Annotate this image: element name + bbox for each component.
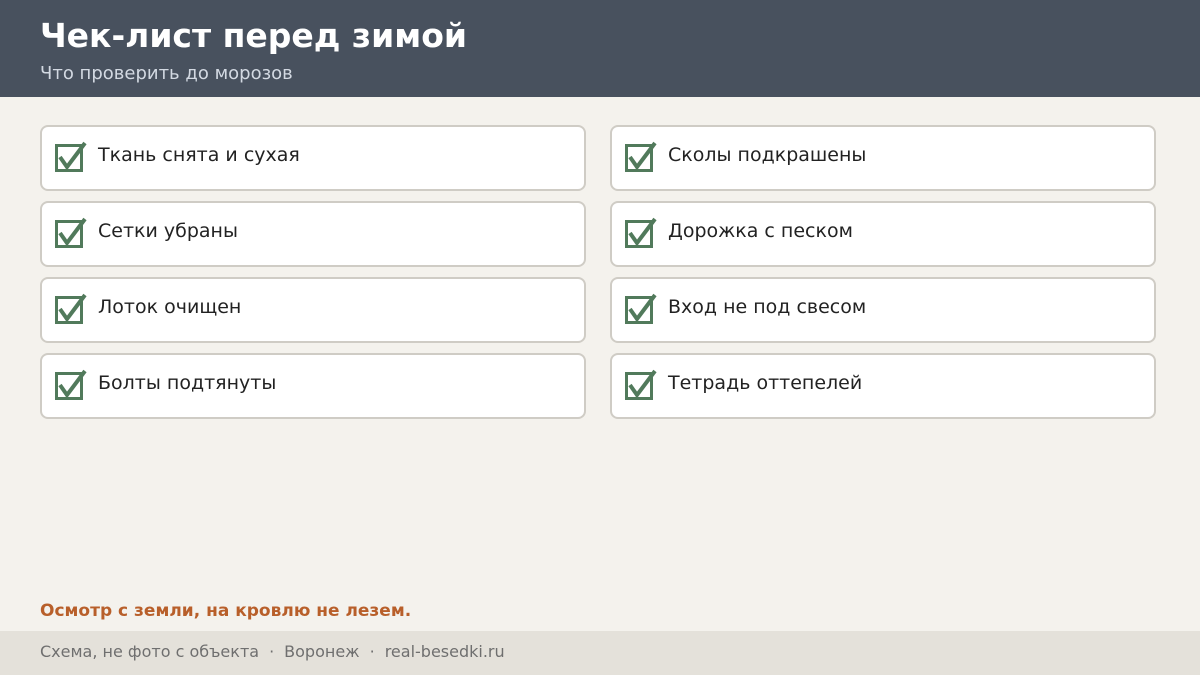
checklist-item-fabric[interactable]: Ткань снята и сухая — [40, 125, 586, 191]
checkbox-checked-icon[interactable] — [55, 141, 87, 172]
checkmark-icon — [58, 293, 87, 323]
checklist-item-label: Ткань снята и сухая — [98, 144, 300, 166]
checkbox-checked-icon[interactable] — [55, 369, 87, 400]
checklist-item-entrance[interactable]: Вход не под свесом — [610, 277, 1156, 343]
checkmark-icon — [628, 217, 657, 247]
checkbox-checked-icon[interactable] — [625, 369, 657, 400]
checklist-item-path[interactable]: Дорожка с песком — [610, 201, 1156, 267]
page-title: Чек-лист перед зимой — [40, 16, 468, 55]
footer-city: Воронеж — [284, 642, 360, 661]
checkbox-checked-icon[interactable] — [625, 141, 657, 172]
page-subtitle: Что проверить до морозов — [40, 63, 293, 84]
checklist-item-label: Сколы подкрашены — [668, 144, 867, 166]
header-bar: Чек-лист перед зимой Что проверить до мо… — [0, 0, 1200, 97]
warning-note: Осмотр с земли, на кровлю не лезем. — [40, 601, 412, 621]
checklist-grid: Ткань снята и сухая Сколы подкрашены Сет… — [40, 125, 1156, 419]
checklist-item-notebook[interactable]: Тетрадь оттепелей — [610, 353, 1156, 419]
checklist-item-label: Вход не под свесом — [668, 296, 867, 318]
checklist-item-bolts[interactable]: Болты подтянуты — [40, 353, 586, 419]
checkmark-icon — [58, 217, 87, 247]
checkmark-icon — [628, 369, 657, 399]
checkbox-checked-icon[interactable] — [55, 217, 87, 248]
checklist-item-label: Дорожка с песком — [668, 220, 853, 242]
footer-separator: · — [369, 642, 375, 661]
footer-site-link[interactable]: real-besedki.ru — [385, 642, 505, 661]
checkbox-checked-icon[interactable] — [55, 293, 87, 324]
checkmark-icon — [58, 141, 87, 171]
checklist-item-label: Лоток очищен — [98, 296, 242, 318]
checklist-item-chips[interactable]: Сколы подкрашены — [610, 125, 1156, 191]
footer-separator: · — [269, 642, 275, 661]
checklist-item-label: Тетрадь оттепелей — [668, 372, 863, 394]
checkmark-icon — [628, 293, 657, 323]
checklist-item-gutter[interactable]: Лоток очищен — [40, 277, 586, 343]
checkbox-checked-icon[interactable] — [625, 217, 657, 248]
checkmark-icon — [58, 369, 87, 399]
checklist-item-label: Сетки убраны — [98, 220, 238, 242]
checkmark-icon — [628, 141, 657, 171]
footer-line: Схема, не фото с объекта · Воронеж · real-be… — [40, 640, 505, 664]
checklist-item-nets[interactable]: Сетки убраны — [40, 201, 586, 267]
footer-bar: Схема, не фото с объекта · Воронеж · real-be… — [0, 631, 1200, 675]
checklist-item-label: Болты подтянуты — [98, 372, 277, 394]
footer-caption: Схема, не фото с объекта — [40, 642, 260, 661]
checkbox-checked-icon[interactable] — [625, 293, 657, 324]
